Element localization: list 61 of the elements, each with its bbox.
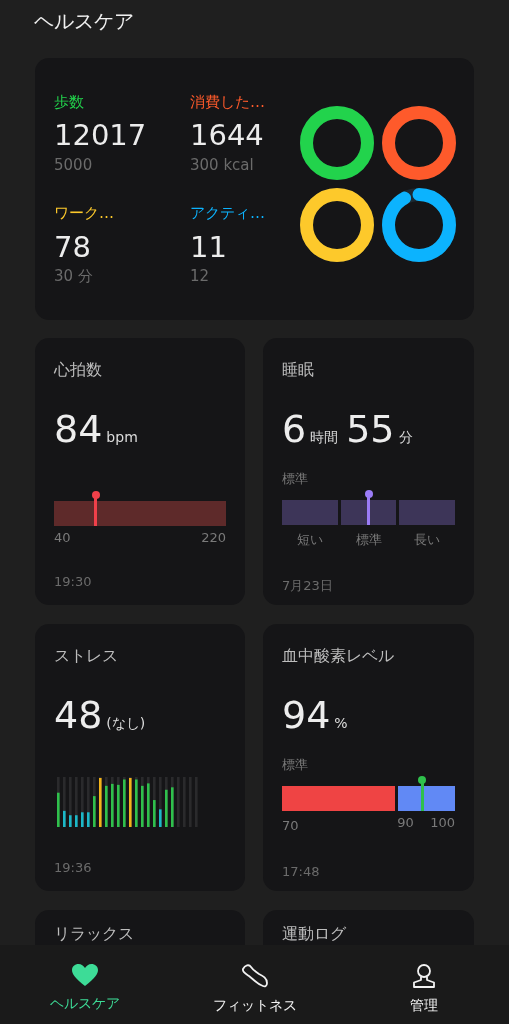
card-title: 睡眠 bbox=[282, 359, 315, 381]
progress-ring-icon bbox=[382, 188, 456, 262]
scale-label: 100 bbox=[430, 814, 455, 832]
activity-goal: 5000 bbox=[54, 154, 94, 176]
person-icon bbox=[411, 963, 438, 989]
activity-value: 11 bbox=[190, 228, 228, 265]
nav-tab[interactable]: 管理 bbox=[339, 963, 509, 1016]
marker-line bbox=[420, 781, 424, 811]
card-title: 運動ログ bbox=[282, 924, 346, 943]
metric-value: 6 bbox=[282, 410, 307, 448]
metric-card[interactable]: 睡眠 6 時間 55 分 標準 短い 標準 長い 7月23日 bbox=[263, 338, 474, 605]
metric-unit: % bbox=[334, 714, 348, 733]
card-title: 心拍数 bbox=[54, 359, 103, 381]
card-title: ストレス bbox=[54, 645, 119, 667]
metric-value: 94 bbox=[282, 696, 331, 734]
status-label: 標準 bbox=[282, 471, 308, 486]
scale-label: 220 bbox=[201, 528, 226, 547]
activity-card[interactable]: 歩数 12017 5000 消費した… 1644 300 kcal ワーク… 78 30 分 アクティ… 11 12 bbox=[35, 58, 474, 320]
segment-label: 短い bbox=[296, 532, 323, 547]
metric-card[interactable]: 血中酸素レベル 94% 標準 70 90 100 17:48 bbox=[263, 624, 474, 891]
metric-card[interactable]: 運動ログ bbox=[263, 910, 474, 945]
metric-value: 84 bbox=[54, 410, 103, 448]
metric-value: 48 bbox=[54, 696, 103, 734]
status-label: 標準 bbox=[282, 757, 308, 772]
metric-unit: 分 bbox=[398, 428, 413, 447]
metric-card[interactable]: ストレス 48(なし) 19:36 bbox=[35, 624, 245, 891]
timestamp: 19:30 bbox=[54, 574, 92, 589]
activity-goal: 300 kcal bbox=[190, 154, 255, 176]
card-title: 血中酸素レベル bbox=[282, 645, 395, 667]
activity-value: 1644 bbox=[190, 117, 265, 154]
timestamp: 19:36 bbox=[54, 860, 92, 875]
scale-label: 90 bbox=[397, 814, 414, 832]
activity-value: 12017 bbox=[54, 117, 148, 154]
timestamp: 17:48 bbox=[282, 864, 320, 879]
metric-unit: 時間 bbox=[310, 428, 339, 447]
heart-icon bbox=[70, 963, 99, 987]
progress-ring-icon bbox=[300, 106, 374, 180]
timestamp: 7月23日 bbox=[282, 578, 333, 593]
activity-value: 78 bbox=[54, 228, 92, 265]
metric-value: 55 bbox=[346, 410, 395, 448]
nav-tab[interactable]: フィットネス bbox=[169, 963, 340, 1016]
progress-ring-icon bbox=[300, 188, 374, 262]
metric-unit: (なし) bbox=[106, 714, 146, 733]
metric-unit: bpm bbox=[106, 428, 138, 447]
metric-card[interactable]: 心拍数 84 bpm 40 220 19:30 bbox=[35, 338, 245, 605]
activity-label: ワーク… bbox=[54, 203, 115, 224]
scale-label: 40 bbox=[54, 528, 71, 547]
nav-tab[interactable]: ヘルスケア bbox=[0, 963, 170, 1014]
activity-goal: 12 bbox=[190, 265, 211, 287]
marker-line bbox=[367, 495, 370, 525]
activity-label: 歩数 bbox=[54, 91, 85, 113]
activity-label: アクティ… bbox=[190, 203, 266, 224]
activity-goal: 30 分 bbox=[54, 265, 94, 287]
progress-ring-icon bbox=[382, 106, 456, 180]
activity-label: 消費した… bbox=[190, 91, 266, 113]
segment-label: 長い bbox=[414, 532, 441, 547]
metric-card[interactable]: リラックス bbox=[35, 910, 245, 945]
segment-label: 標準 bbox=[355, 532, 382, 547]
scale-label: 70 bbox=[282, 818, 299, 833]
page-title: ヘルスケア bbox=[34, 9, 134, 33]
card-title: リラックス bbox=[54, 924, 134, 943]
